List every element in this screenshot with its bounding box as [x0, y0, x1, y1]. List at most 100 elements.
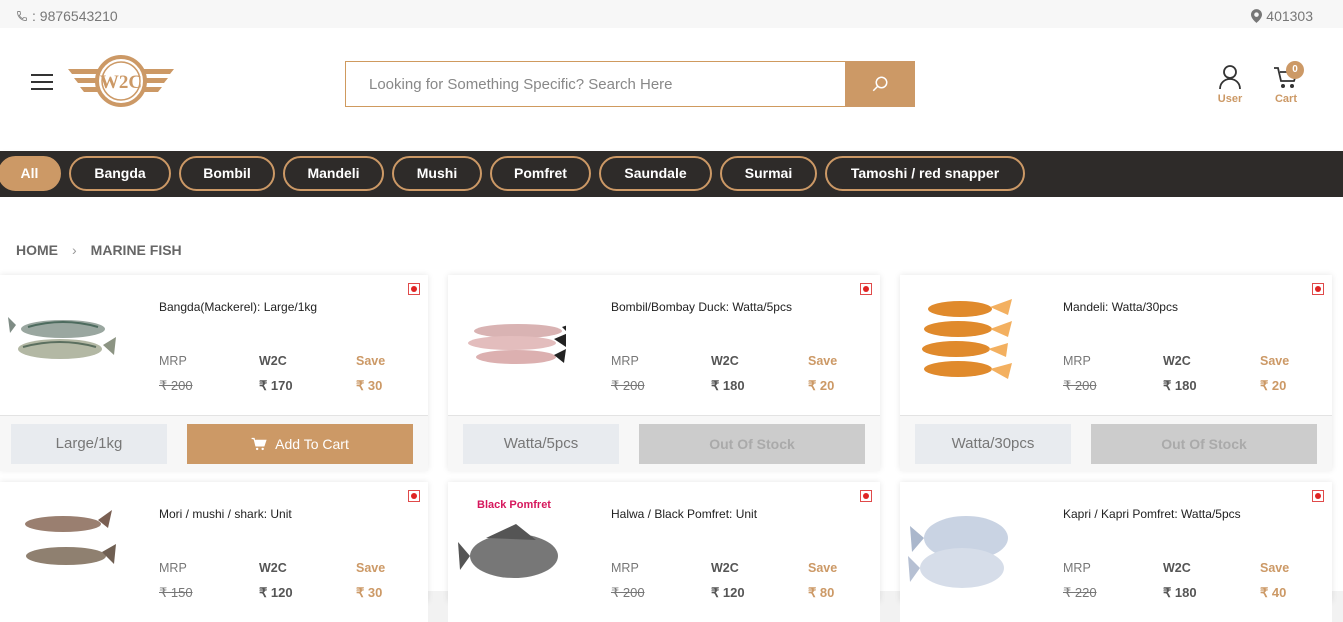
image-caption: Black Pomfret — [477, 499, 551, 511]
pincode-info[interactable]: 401303 — [1251, 8, 1313, 24]
save-label: Save — [1260, 561, 1290, 575]
product-card: Black Pomfret Halwa / Black Pomfret: Uni… — [448, 482, 880, 622]
save-label: Save — [1260, 354, 1290, 368]
w2c-price: ₹ 170 — [259, 378, 293, 393]
non-veg-mark-icon — [860, 490, 872, 502]
category-chip-bangda[interactable]: Bangda — [69, 156, 171, 191]
cart-label: Cart — [1274, 93, 1297, 105]
save-label: Save — [356, 354, 386, 368]
product-image-black-pomfret[interactable]: Black Pomfret — [456, 494, 566, 599]
save-value: ₹ 80 — [808, 585, 835, 600]
product-card: Mori / mushi / shark: Unit MRP ₹ 150 W2C… — [0, 482, 428, 622]
save-value: ₹ 20 — [808, 378, 835, 393]
non-veg-mark-icon — [408, 490, 420, 502]
variant-select[interactable]: Watta/5pcs — [463, 424, 619, 464]
out-of-stock-button: Out Of Stock — [1091, 424, 1317, 464]
mrp-label: MRP — [159, 354, 187, 368]
product-name[interactable]: Bombil/Bombay Duck: Watta/5pcs — [611, 300, 792, 314]
card-actions: Large/1kg Add To Cart — [0, 415, 428, 471]
mrp-value: ₹ 150 — [159, 585, 193, 600]
category-chip-all[interactable]: All — [0, 156, 61, 191]
product-image-mandeli[interactable] — [908, 287, 1018, 392]
w2c-label: W2C — [259, 354, 287, 368]
mrp-label: MRP — [159, 561, 187, 575]
map-pin-icon — [1251, 9, 1263, 23]
w2c-price: ₹ 180 — [1163, 378, 1197, 393]
save-value: ₹ 40 — [1260, 585, 1287, 600]
product-name[interactable]: Mori / mushi / shark: Unit — [159, 507, 292, 521]
variant-select[interactable]: Large/1kg — [11, 424, 167, 464]
save-label: Save — [356, 561, 386, 575]
product-name[interactable]: Kapri / Kapri Pomfret: Watta/5pcs — [1063, 507, 1241, 521]
user-button[interactable]: User — [1213, 64, 1247, 105]
card-actions: Watta/5pcs Out Of Stock — [448, 415, 880, 471]
phone-icon — [17, 11, 27, 21]
w2c-price: ₹ 120 — [711, 585, 745, 600]
category-chip-surmai[interactable]: Surmai — [720, 156, 817, 191]
w2c-label: W2C — [711, 354, 739, 368]
w2c-label: W2C — [1163, 354, 1191, 368]
search-icon — [872, 76, 888, 92]
category-bar: All Bangda Bombil Mandeli Mushi Pomfret … — [0, 151, 1343, 197]
cart-button[interactable]: 0 Cart — [1268, 61, 1304, 105]
main-content: HOME › MARINE FISH Bangda(Mackerel): Lar… — [0, 197, 1343, 622]
category-chip-mandeli[interactable]: Mandeli — [283, 156, 384, 191]
mrp-label: MRP — [1063, 354, 1091, 368]
category-chip-bombil[interactable]: Bombil — [179, 156, 275, 191]
product-name[interactable]: Bangda(Mackerel): Large/1kg — [159, 300, 317, 314]
out-of-stock-button: Out Of Stock — [639, 424, 865, 464]
non-veg-mark-icon — [1312, 283, 1324, 295]
w2c-logo: W2C — [68, 55, 174, 107]
w2c-price: ₹ 180 — [1163, 585, 1197, 600]
mrp-label: MRP — [611, 561, 639, 575]
save-label: Save — [808, 354, 838, 368]
product-image-bombil[interactable] — [456, 287, 566, 392]
save-value: ₹ 30 — [356, 585, 383, 600]
w2c-label: W2C — [711, 561, 739, 575]
w2c-label: W2C — [1163, 561, 1191, 575]
mrp-label: MRP — [611, 354, 639, 368]
cart-count-badge: 0 — [1286, 61, 1304, 79]
product-card: Kapri / Kapri Pomfret: Watta/5pcs MRP ₹ … — [900, 482, 1332, 622]
product-image-mushi[interactable] — [8, 494, 118, 599]
product-name[interactable]: Halwa / Black Pomfret: Unit — [611, 507, 757, 521]
category-chip-saundale[interactable]: Saundale — [599, 156, 712, 191]
card-actions: Watta/30pcs Out Of Stock — [900, 415, 1332, 471]
w2c-price: ₹ 120 — [259, 585, 293, 600]
breadcrumb-current: MARINE FISH — [90, 242, 182, 258]
non-veg-mark-icon — [860, 283, 872, 295]
mrp-value: ₹ 220 — [1063, 585, 1097, 600]
mrp-label: MRP — [1063, 561, 1091, 575]
non-veg-mark-icon — [1312, 490, 1324, 502]
chevron-right-icon: › — [72, 242, 77, 258]
user-label: User — [1217, 93, 1243, 105]
add-to-cart-button[interactable]: Add To Cart — [187, 424, 413, 464]
w2c-price: ₹ 180 — [711, 378, 745, 393]
menu-icon[interactable] — [31, 74, 53, 90]
phone-info: : 9876543210 — [16, 8, 118, 24]
add-to-cart-label: Add To Cart — [275, 436, 349, 452]
mrp-value: ₹ 200 — [1063, 378, 1097, 393]
category-chip-mushi[interactable]: Mushi — [392, 156, 482, 191]
cart-icon — [251, 437, 267, 451]
breadcrumb-home[interactable]: HOME — [16, 242, 58, 258]
pincode: 401303 — [1266, 8, 1313, 24]
category-chip-tamoshi[interactable]: Tamoshi / red snapper — [825, 156, 1025, 191]
search-button[interactable] — [845, 61, 915, 107]
search-input[interactable] — [345, 61, 845, 107]
variant-select[interactable]: Watta/30pcs — [915, 424, 1071, 464]
save-value: ₹ 30 — [356, 378, 383, 393]
phone-number: : 9876543210 — [32, 8, 118, 24]
mrp-value: ₹ 200 — [611, 378, 645, 393]
breadcrumb: HOME › MARINE FISH — [16, 242, 182, 258]
product-name[interactable]: Mandeli: Watta/30pcs — [1063, 300, 1178, 314]
logo[interactable]: W2C — [68, 53, 174, 116]
search-bar — [345, 61, 915, 107]
mrp-value: ₹ 200 — [159, 378, 193, 393]
logo-text: W2C — [100, 72, 142, 93]
category-chip-pomfret[interactable]: Pomfret — [490, 156, 591, 191]
product-image-kapri-pomfret[interactable] — [908, 494, 1018, 599]
product-image-bangda[interactable] — [8, 287, 118, 392]
mrp-value: ₹ 200 — [611, 585, 645, 600]
save-label: Save — [808, 561, 838, 575]
